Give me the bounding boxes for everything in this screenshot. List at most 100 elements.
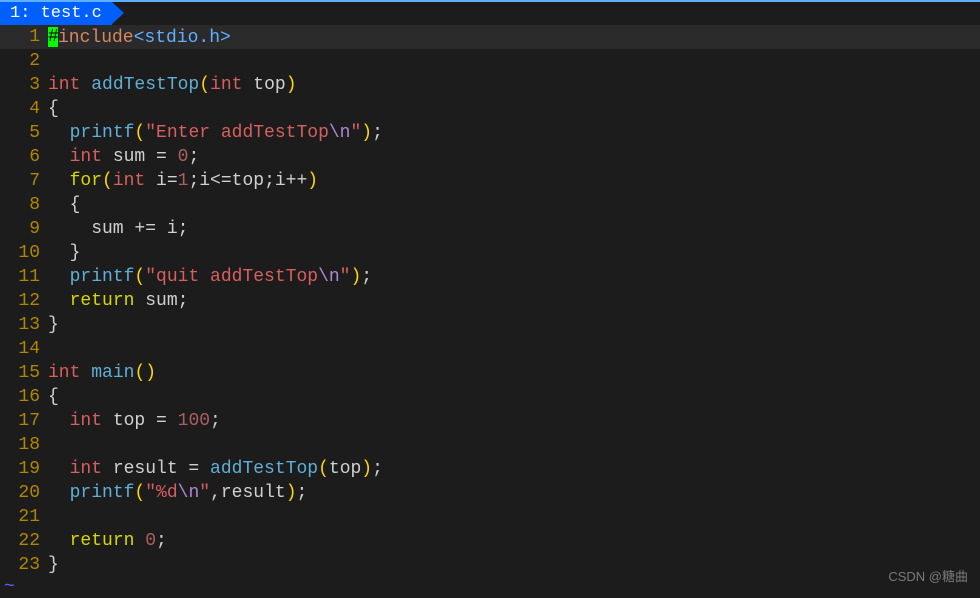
cursor: # [48, 27, 58, 47]
token-type: int [70, 411, 102, 431]
token-var: top [329, 459, 361, 479]
code-content: printf("quit addTestTop\n"); [48, 267, 372, 287]
code-line[interactable]: 14 [0, 337, 980, 361]
code-line[interactable]: 22 return 0; [0, 529, 980, 553]
line-number: 2 [0, 51, 48, 71]
code-content: int main() [48, 363, 156, 383]
token-esc: \n [318, 267, 340, 287]
token-str: " [350, 123, 361, 143]
code-line[interactable]: 4{ [0, 97, 980, 121]
tab-label: 1: test.c [10, 4, 102, 23]
token-angle: <stdio.h> [134, 27, 231, 47]
token-var [48, 267, 70, 287]
code-line[interactable]: 18 [0, 433, 980, 457]
code-content: } [48, 315, 59, 335]
code-content: printf("Enter addTestTop\n"); [48, 123, 383, 143]
token-paren: ( [134, 483, 145, 503]
token-paren: ) [361, 123, 372, 143]
code-line[interactable]: 11 printf("quit addTestTop\n"); [0, 265, 980, 289]
token-num: 1 [178, 171, 189, 191]
token-var: sum += i [48, 219, 178, 239]
token-func: addTestTop [210, 459, 318, 479]
token-paren: ) [307, 171, 318, 191]
token-brace: { [48, 387, 59, 407]
token-semi: ; [156, 531, 167, 551]
code-line[interactable]: 17 int top = 100; [0, 409, 980, 433]
token-var [48, 411, 70, 431]
line-number: 14 [0, 339, 48, 359]
token-type: int [70, 147, 102, 167]
code-line[interactable]: 21 [0, 505, 980, 529]
token-paren: ( [199, 75, 210, 95]
code-content: int result = addTestTop(top); [48, 459, 383, 479]
token-type: int [70, 459, 102, 479]
code-content: int top = 100; [48, 411, 221, 431]
line-number: 15 [0, 363, 48, 383]
token-str: "%d [145, 483, 177, 503]
code-line[interactable]: 2 [0, 49, 980, 73]
code-line[interactable]: 23} [0, 553, 980, 577]
code-content: { [48, 99, 59, 119]
line-number: 4 [0, 99, 48, 119]
code-line[interactable]: 15int main() [0, 361, 980, 385]
token-esc: \n [329, 123, 351, 143]
tab-file[interactable]: 1: test.c [0, 2, 112, 25]
code-line[interactable]: 19 int result = addTestTop(top); [0, 457, 980, 481]
token-var [48, 459, 70, 479]
code-content: { [48, 195, 80, 215]
token-brace: } [70, 243, 81, 263]
token-semi: ; [361, 267, 372, 287]
line-number: 16 [0, 387, 48, 407]
token-func: printf [70, 483, 135, 503]
code-line[interactable]: 8 { [0, 193, 980, 217]
token-var: sum [134, 291, 177, 311]
token-paren: ) [286, 75, 297, 95]
code-line[interactable]: 10 } [0, 241, 980, 265]
token-semi: ; [297, 483, 308, 503]
code-line[interactable]: 7 for(int i=1;i<=top;i++) [0, 169, 980, 193]
code-content: } [48, 243, 80, 263]
token-var: ;i<=top;i++ [188, 171, 307, 191]
code-content: sum += i; [48, 219, 188, 239]
token-str: "quit addTestTop [145, 267, 318, 287]
token-var: sum = [102, 147, 178, 167]
line-number: 20 [0, 483, 48, 503]
token-semi: ; [210, 411, 221, 431]
code-content: #include<stdio.h> [48, 27, 231, 48]
code-line[interactable]: 9 sum += i; [0, 217, 980, 241]
token-esc: \n [178, 483, 200, 503]
token-kw: for [70, 171, 102, 191]
line-number: 11 [0, 267, 48, 287]
code-line[interactable]: 16{ [0, 385, 980, 409]
token-func: printf [70, 267, 135, 287]
token-str: " [340, 267, 351, 287]
code-content: int addTestTop(int top) [48, 75, 297, 95]
code-content: printf("%d\n",result); [48, 483, 307, 503]
token-type: int [210, 75, 242, 95]
code-line[interactable]: 6 int sum = 0; [0, 145, 980, 169]
code-line[interactable]: 12 return sum; [0, 289, 980, 313]
code-content: for(int i=1;i<=top;i++) [48, 171, 318, 191]
token-paren: ( [134, 267, 145, 287]
token-var: ,result [210, 483, 286, 503]
token-brace: } [48, 315, 59, 335]
code-line[interactable]: 20 printf("%d\n",result); [0, 481, 980, 505]
token-var [48, 483, 70, 503]
code-line[interactable]: 13} [0, 313, 980, 337]
code-content: } [48, 555, 59, 575]
line-number: 12 [0, 291, 48, 311]
line-number: 7 [0, 171, 48, 191]
token-func: main [91, 363, 134, 383]
code-line[interactable]: 1#include<stdio.h> [0, 25, 980, 49]
line-number: 19 [0, 459, 48, 479]
watermark: CSDN @糖曲 [888, 566, 968, 585]
token-brace: { [70, 195, 81, 215]
token-var: result = [102, 459, 210, 479]
token-var [134, 531, 145, 551]
token-var [80, 75, 91, 95]
token-var [48, 243, 70, 263]
code-line[interactable]: 3int addTestTop(int top) [0, 73, 980, 97]
code-editor[interactable]: 1#include<stdio.h>23int addTestTop(int t… [0, 25, 980, 577]
code-line[interactable]: 5 printf("Enter addTestTop\n"); [0, 121, 980, 145]
token-num: 0 [178, 147, 189, 167]
